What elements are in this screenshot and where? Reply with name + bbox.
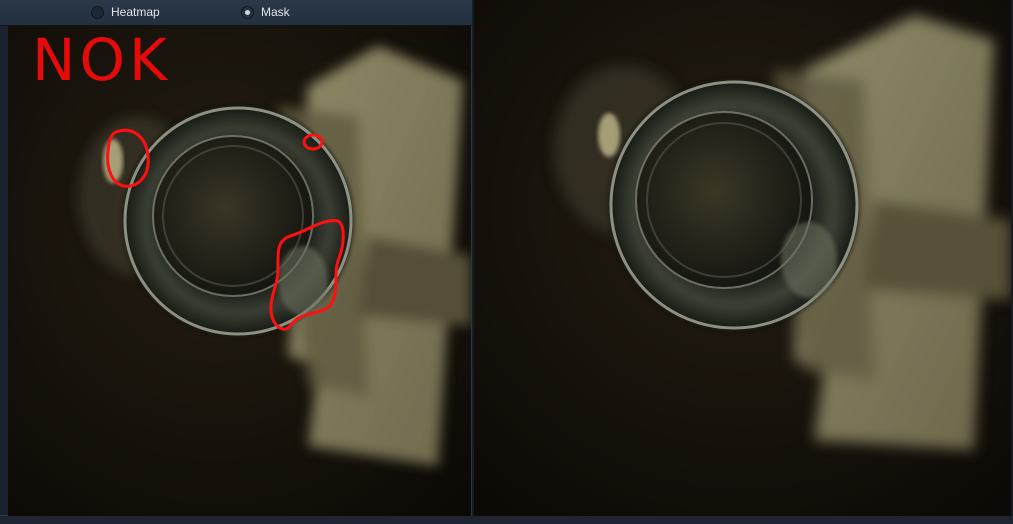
original-camera-image bbox=[474, 0, 1011, 516]
nok-status-label: NOK bbox=[32, 26, 172, 94]
original-image-view bbox=[474, 0, 1011, 516]
mask-image-view: NOK bbox=[8, 26, 471, 516]
mask-camera-image bbox=[8, 26, 471, 516]
heatmap-radio-circle[interactable] bbox=[91, 6, 104, 19]
heatmap-radio-label: Heatmap bbox=[111, 5, 160, 19]
mask-radio-selected-dot bbox=[245, 10, 250, 15]
bottom-edge bbox=[0, 516, 1013, 524]
view-mode-toolbar: Heatmap Mask bbox=[0, 0, 472, 26]
mask-radio[interactable]: Mask bbox=[241, 5, 290, 20]
mask-radio-label: Mask bbox=[261, 5, 290, 19]
mask-radio-circle[interactable] bbox=[241, 6, 254, 19]
heatmap-radio[interactable]: Heatmap bbox=[91, 5, 160, 20]
mask-view-panel: Heatmap Mask NOK bbox=[0, 0, 472, 516]
